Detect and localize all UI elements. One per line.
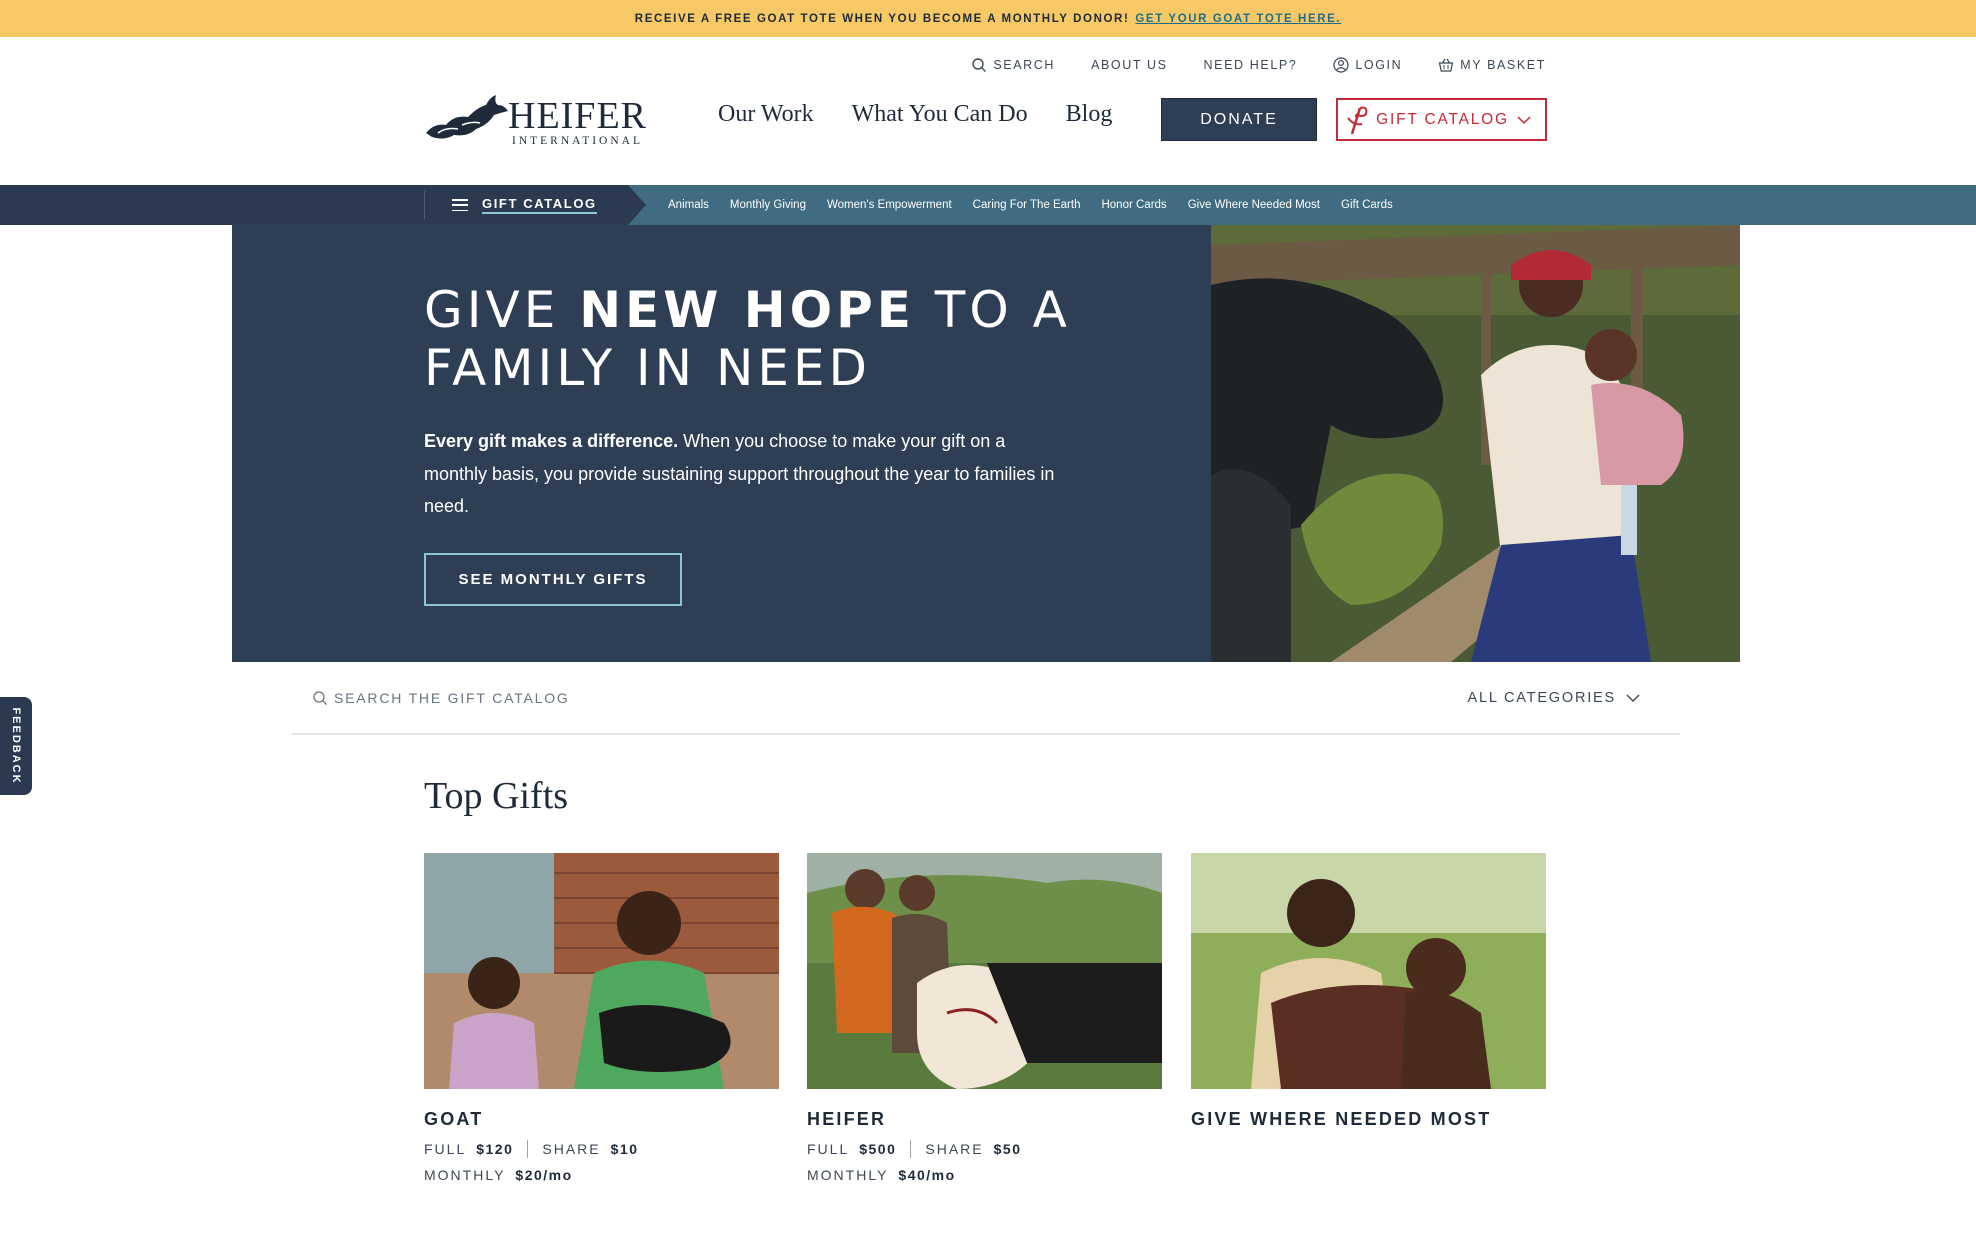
monthly-price-label: MONTHLY bbox=[424, 1167, 506, 1183]
need-help-label: NEED HELP? bbox=[1203, 58, 1298, 72]
basket-link[interactable]: MY BASKET bbox=[1438, 57, 1546, 73]
share-price: $50 bbox=[993, 1141, 1022, 1157]
gift-card-heifer[interactable]: HEIFER FULL $500 SHARE $50 MONTHLY $40/mo bbox=[807, 853, 1162, 1183]
donate-button[interactable]: DONATE bbox=[1161, 98, 1317, 141]
gift-catalog-menu-toggle[interactable]: GIFT CATALOG bbox=[452, 185, 597, 225]
monthly-price: $20/mo bbox=[515, 1167, 573, 1183]
login-label: LOGIN bbox=[1355, 58, 1403, 72]
main-nav: Our Work What You Can Do Blog bbox=[718, 101, 1112, 128]
hero-photo bbox=[1211, 225, 1740, 662]
user-icon bbox=[1333, 57, 1349, 73]
catalog-search-placeholder: SEARCH THE GIFT CATALOG bbox=[334, 690, 570, 706]
chevron-down-icon bbox=[1517, 115, 1531, 124]
search-link[interactable]: SEARCH bbox=[971, 57, 1055, 73]
gift-catalog-menu-label: GIFT CATALOG bbox=[482, 196, 597, 214]
gift-prices: FULL $500 SHARE $50 bbox=[807, 1140, 1162, 1158]
hamburger-icon bbox=[452, 199, 468, 211]
subnav-womens-empowerment[interactable]: Women's Empowerment bbox=[827, 199, 952, 211]
hero-body: Every gift makes a difference. When you … bbox=[424, 425, 1064, 523]
share-price-label: SHARE bbox=[542, 1141, 601, 1157]
catalog-search-input[interactable]: SEARCH THE GIFT CATALOG bbox=[312, 690, 570, 706]
heifer-logo[interactable]: HEIFER INTERNATIONAL bbox=[424, 93, 647, 153]
monthly-price-label: MONTHLY bbox=[807, 1167, 889, 1183]
gift-prices: FULL $120 SHARE $10 bbox=[424, 1140, 779, 1158]
subnav-caring-for-the-earth[interactable]: Caring For The Earth bbox=[973, 199, 1081, 211]
about-us-link[interactable]: ABOUT US bbox=[1091, 58, 1167, 72]
see-monthly-gifts-button[interactable]: SEE MONTHLY GIFTS bbox=[424, 553, 682, 606]
hero-section: GIVE NEW HOPE TO A FAMILY IN NEED Every … bbox=[232, 225, 1740, 662]
search-icon bbox=[972, 58, 987, 72]
monthly-price-row: MONTHLY $20/mo bbox=[424, 1167, 779, 1183]
subnav-give-where-needed-most[interactable]: Give Where Needed Most bbox=[1188, 199, 1320, 211]
promo-text: RECEIVE A FREE GOAT TOTE WHEN YOU BECOME… bbox=[634, 12, 1130, 25]
subnav-monthly-giving[interactable]: Monthly Giving bbox=[730, 199, 806, 211]
subnav-animals[interactable]: Animals bbox=[668, 199, 709, 211]
feedback-tab[interactable]: FEEDBACK bbox=[0, 697, 32, 795]
give-where-needed-most-photo[interactable] bbox=[1191, 853, 1546, 1089]
nav-what-you-can-do[interactable]: What You Can Do bbox=[852, 101, 1028, 128]
hero-body-bold: Every gift makes a difference. bbox=[424, 431, 679, 451]
nav-blog[interactable]: Blog bbox=[1066, 101, 1113, 128]
chevron-down-icon bbox=[1626, 694, 1640, 702]
login-link[interactable]: LOGIN bbox=[1333, 57, 1402, 73]
promo-banner: RECEIVE A FREE GOAT TOTE WHEN YOU BECOME… bbox=[0, 0, 1976, 37]
gift-name: HEIFER bbox=[807, 1109, 887, 1129]
logo-subtitle: INTERNATIONAL bbox=[512, 135, 643, 147]
gift-card-give-where-needed-most[interactable]: GIVE WHERE NEEDED MOST bbox=[1191, 853, 1546, 1130]
subnav-links: Animals Monthly Giving Women's Empowerme… bbox=[668, 185, 1393, 225]
promo-link[interactable]: GET YOUR GOAT TOTE HERE. bbox=[1135, 13, 1341, 25]
hero-title-part1: GIVE bbox=[424, 281, 580, 339]
gift-catalog-label: GIFT CATALOG bbox=[1376, 110, 1509, 128]
monthly-price: $40/mo bbox=[898, 1167, 956, 1183]
monthly-price-row: MONTHLY $40/mo bbox=[807, 1167, 1162, 1183]
gift-name: GIVE WHERE NEEDED MOST bbox=[1191, 1109, 1492, 1129]
hero-title-bold: NEW HOPE bbox=[579, 281, 915, 339]
search-label: SEARCH bbox=[993, 58, 1056, 72]
basket-label: MY BASKET bbox=[1460, 58, 1546, 72]
heifer-gift-photo[interactable] bbox=[807, 853, 1162, 1089]
gift-catalog-button[interactable]: GIFT CATALOG bbox=[1336, 98, 1547, 141]
goat-gift-photo[interactable] bbox=[424, 853, 779, 1089]
all-categories-label: ALL CATEGORIES bbox=[1467, 690, 1616, 706]
about-us-label: ABOUT US bbox=[1091, 58, 1168, 72]
all-categories-dropdown[interactable]: ALL CATEGORIES bbox=[1468, 690, 1641, 706]
full-price: $500 bbox=[859, 1141, 897, 1157]
subnav-gift-cards[interactable]: Gift Cards bbox=[1341, 199, 1393, 211]
gift-ribbon-icon bbox=[1347, 106, 1368, 135]
logo-name: HEIFER bbox=[508, 95, 647, 137]
full-price-label: FULL bbox=[807, 1141, 850, 1157]
top-gifts-heading: Top Gifts bbox=[424, 775, 569, 817]
hero-title: GIVE NEW HOPE TO A FAMILY IN NEED bbox=[424, 281, 1104, 397]
gift-card-goat[interactable]: GOAT FULL $120 SHARE $10 MONTHLY $20/mo bbox=[424, 853, 779, 1183]
hero-panel: GIVE NEW HOPE TO A FAMILY IN NEED Every … bbox=[232, 225, 1211, 662]
need-help-link[interactable]: NEED HELP? bbox=[1204, 58, 1298, 72]
hero-photo-image bbox=[1211, 225, 1740, 662]
share-price: $10 bbox=[610, 1141, 639, 1157]
feedback-label: FEEDBACK bbox=[10, 707, 22, 785]
basket-icon bbox=[1439, 58, 1454, 72]
gift-catalog-subnav: GIFT CATALOG Animals Monthly Giving Wome… bbox=[0, 185, 1976, 225]
full-price-label: FULL bbox=[424, 1141, 467, 1157]
share-price-label: SHARE bbox=[925, 1141, 984, 1157]
subnav-honor-cards[interactable]: Honor Cards bbox=[1101, 199, 1166, 211]
nav-our-work[interactable]: Our Work bbox=[718, 101, 814, 128]
leaping-cow-logo-icon bbox=[426, 95, 508, 139]
logo-text: HEIFER INTERNATIONAL bbox=[508, 97, 647, 147]
full-price: $120 bbox=[476, 1141, 514, 1157]
utility-nav: SEARCH ABOUT US NEED HELP? LOGIN MY BASK… bbox=[971, 57, 1546, 73]
catalog-search-bar: SEARCH THE GIFT CATALOG ALL CATEGORIES bbox=[292, 662, 1680, 735]
search-icon bbox=[313, 691, 327, 705]
gift-name: GOAT bbox=[424, 1109, 484, 1129]
site-header: SEARCH ABOUT US NEED HELP? LOGIN MY BASK… bbox=[0, 37, 1976, 185]
